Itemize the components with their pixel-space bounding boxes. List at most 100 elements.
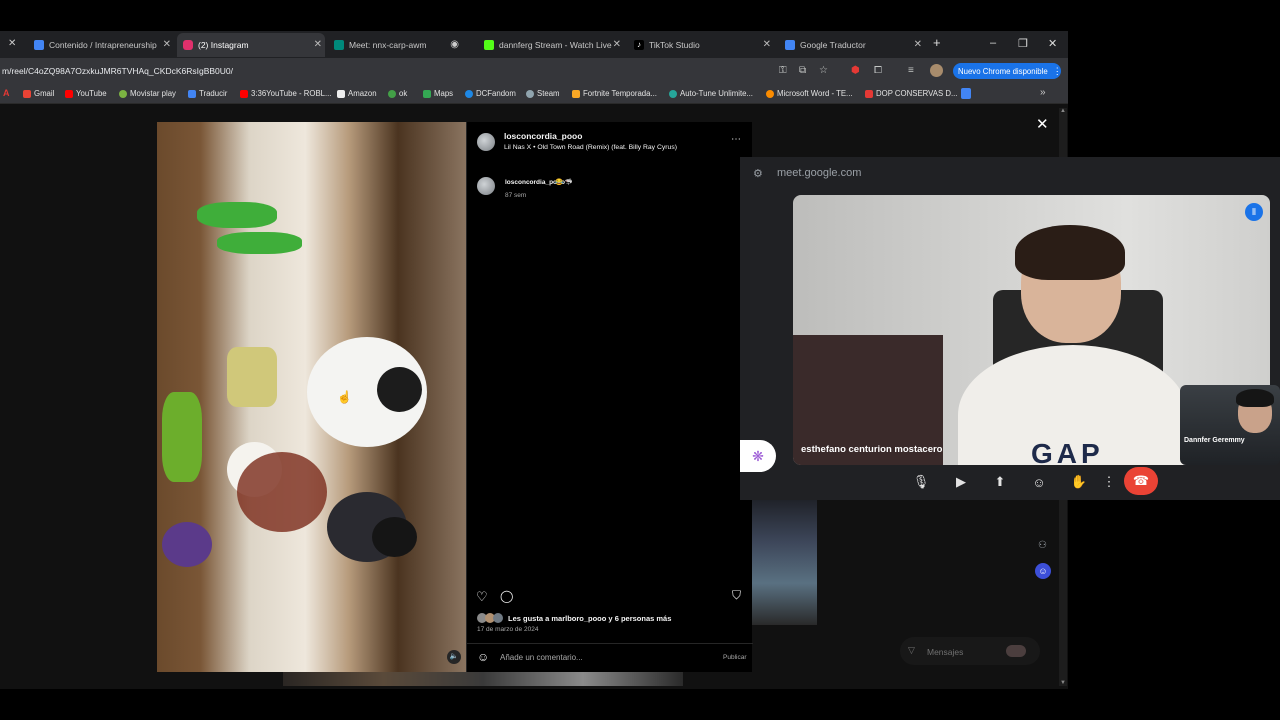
bookmark-youtube[interactable]: YouTube [65,89,107,98]
tab-traductor[interactable]: Google Traductor ✕ [779,33,925,57]
close-icon[interactable]: ✕ [763,39,771,50]
bookmark-youtube-robl[interactable]: 3:36YouTube - ROBL... [240,89,331,98]
steam-icon [526,89,534,98]
comment-icon[interactable]: ◯ [500,589,513,603]
post-username[interactable]: losconcordia_pooo [504,131,582,141]
reel-video[interactable]: 🔈 ☝ [157,122,466,672]
bookmark-maps[interactable]: Maps [423,89,453,98]
close-icon[interactable]: ✕ [163,39,171,50]
recording-icon[interactable]: ◉ [450,39,459,50]
minimize-icon[interactable]: – [990,37,996,49]
mute-icon[interactable]: 🔈 [447,650,461,664]
url-field[interactable]: m/reel/C4oZQ98A7OzxkuJMR6TVHAq_CKDcK6RsI… [2,66,233,76]
bookmark-icon[interactable]: ⛉ [732,588,741,603]
bookmark-dcfandom[interactable]: DCFandom [465,89,516,98]
heart-icon[interactable]: ♡ [476,589,488,605]
bookmark-word[interactable]: Microsoft Word - TE... [766,89,853,98]
jug [227,347,277,407]
messages-bar[interactable]: ▽ Mensajes [900,637,1040,665]
avatar[interactable] [930,64,943,77]
word-icon [766,89,774,98]
activities-icon[interactable]: ☺ [1035,563,1051,579]
avatar[interactable] [477,177,495,195]
people-icon[interactable]: ⚇ [1038,540,1047,551]
purple-bowl [162,522,212,567]
background-thumbnail [752,500,817,625]
participant-name-self: Dannfer Geremmy [1184,437,1245,444]
update-chrome-button[interactable]: Nuevo Chrome disponible ⋮ [953,63,1062,79]
camera-button[interactable]: ▶ [948,470,974,494]
comment-input[interactable]: Añade un comentario... [500,653,583,662]
translate-icon [785,40,795,50]
close-window-icon[interactable]: ✕ [1048,37,1057,50]
tab-tiktok[interactable]: ♪ TikTok Studio ✕ [628,33,774,57]
emoji-icon[interactable]: ☺ [477,650,489,664]
key-icon[interactable]: ⚿ [779,65,787,76]
settings-sliders-icon[interactable]: ⚙ [753,167,763,180]
tab-instagram[interactable]: (2) Instagram ✕ [177,33,325,57]
acrobat-icon[interactable]: A [3,88,10,98]
tab-kick[interactable]: dannferg Stream - Watch Live ✕ [478,33,624,57]
more-options-button[interactable]: ⋮ [1097,470,1121,494]
docs-icon[interactable] [961,88,971,99]
publish-button[interactable]: Publicar [723,654,746,661]
more-horiz-icon[interactable]: ⋯ [731,134,741,145]
emoji-icon: ☺ [1032,474,1046,490]
media-icon[interactable]: ≡ [908,65,914,76]
gmail-icon [23,89,31,98]
meet-icon [334,40,344,50]
translate-icon [188,89,196,98]
tiktok-icon: ♪ [634,40,644,50]
amazon-icon [337,89,345,98]
close-modal-icon[interactable]: ✕ [1036,115,1049,133]
close-icon[interactable]: ✕ [613,39,621,50]
avatar[interactable] [477,133,495,151]
limes [162,392,202,482]
close-icon[interactable]: ✕ [314,39,322,50]
bookmark-amazon[interactable]: Amazon [337,89,377,98]
hair [1015,225,1125,280]
bookmark-dop[interactable]: DOP CONSERVAS D... [865,89,957,98]
new-tab-icon[interactable]: + [933,35,941,50]
tab-meet[interactable]: Meet: nnx-carp-awm ◉ [328,33,462,57]
bookmark-traducir[interactable]: Traducir [188,89,227,98]
more-vert-icon: ⋮ [1052,65,1062,76]
post-side-panel: losconcordia_pooo Lil Nas X • Old Town R… [466,122,753,672]
tab-contenido[interactable]: Contenido / Intrapreneurship ✕ [28,33,174,57]
person-hair [377,367,422,412]
camera-icon: ▶ [956,474,966,489]
post-date: 17 de marzo de 2024 [477,626,539,633]
brain-extension-button[interactable]: ❋ [740,440,776,472]
brain-icon: ❋ [752,447,764,464]
bookmark-gmail[interactable]: Gmail [23,89,54,98]
raise-hand-button[interactable]: ✋ [1066,470,1092,494]
emoji-button[interactable]: ☺ [1026,470,1052,494]
participant-video-self: Dannfer Geremmy [1180,385,1280,465]
bookmark-steam[interactable]: Steam [526,89,560,98]
tab-strip: ✕ Contenido / Intrapreneurship ✕ (2) Ins… [0,31,1068,58]
likes-text[interactable]: Les gusta a marlboro_pooo y 6 personas m… [508,614,671,623]
bookmark-ok[interactable]: ok [388,89,407,98]
bookmark-fortnite[interactable]: Fortnite Temporada... [572,89,657,98]
close-icon[interactable]: ✕ [8,38,16,49]
comment-time: 87 sem [505,192,527,199]
star-icon[interactable]: ☆ [819,65,828,76]
green-bottle-2 [217,232,302,254]
message-icon: ▽ [908,645,915,655]
extension-icon[interactable]: ⬢ [851,65,860,76]
autotune-icon [669,89,677,98]
extensions-puzzle-icon[interactable]: ⧠ [874,65,882,76]
bookmark-movistar[interactable]: Movistar play [119,89,176,98]
maximize-icon[interactable]: ❐ [1018,37,1028,50]
liked-avatars [477,613,505,623]
present-button[interactable]: ⬆ [987,470,1013,494]
bookmark-autotune[interactable]: Auto-Tune Unlimite... [669,89,753,98]
close-icon[interactable]: ✕ [914,39,922,50]
post-audio[interactable]: Lil Nas X • Old Town Road (Remix) (feat.… [504,144,677,151]
microphone-button[interactable]: 🎙 [908,470,934,494]
leave-call-button[interactable]: ☎ [1124,467,1158,495]
hand-icon: ✋ [1070,474,1088,489]
ok-icon [388,89,396,98]
install-icon[interactable]: ⧉ [799,65,806,76]
more-bookmarks-icon[interactable]: » [1040,87,1046,98]
